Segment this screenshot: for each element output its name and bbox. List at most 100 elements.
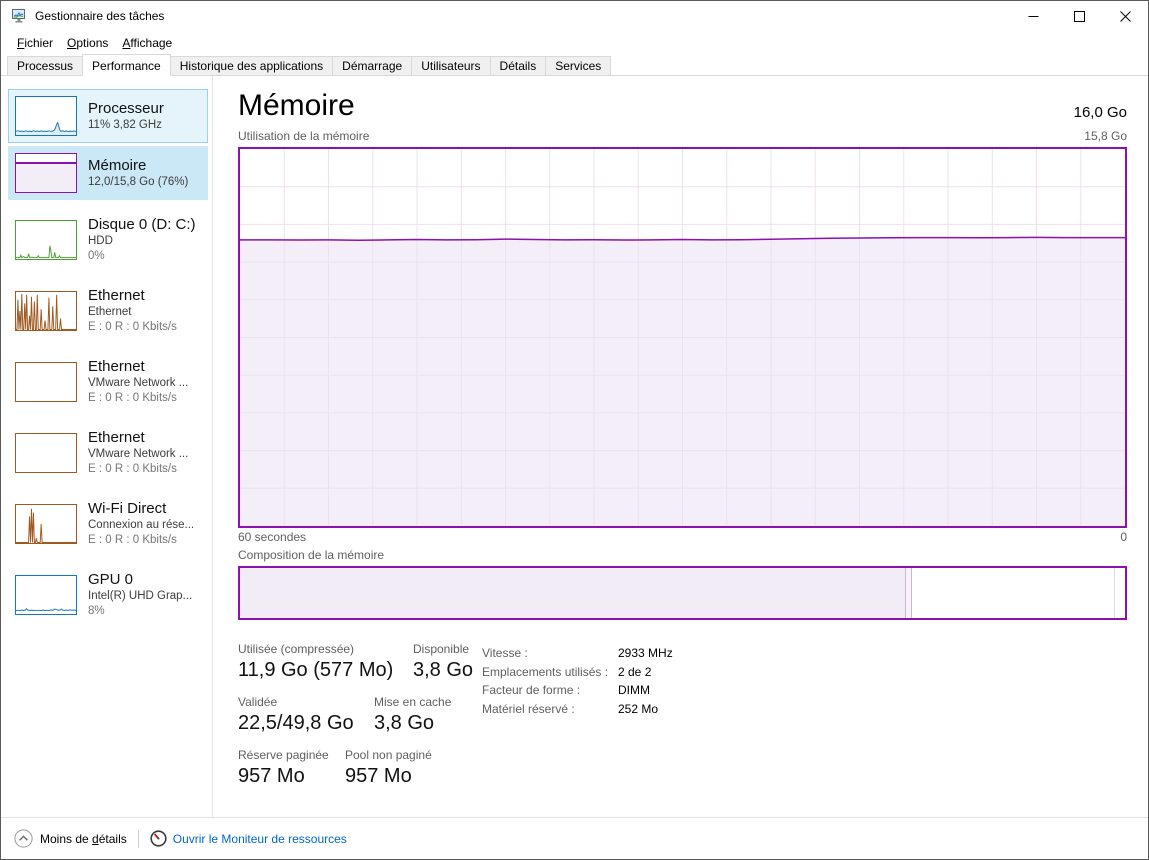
minimize-button[interactable] [1010,1,1056,31]
tab-performance[interactable]: Performance [82,54,171,76]
menu-options-label: ptions [76,36,108,50]
sidebar-ethernet2-title: Ethernet [88,357,188,376]
sidebar-item-gpu[interactable]: GPU 0 Intel(R) UHD Grap... 8% [8,563,208,626]
sidebar-disk-stats: 0% [88,249,196,264]
detail-slots: Emplacements utilisés :2 de 2 [482,663,673,682]
memory-stats: Utilisée (compressée) 11,9 Go (577 Mo) D… [238,642,1127,801]
sidebar-ethernet1-adapter: Ethernet [88,305,177,320]
axis-right-label: 0 [1120,530,1127,544]
menu-options[interactable]: Options [60,34,115,52]
stat-available: Disponible 3,8 Go [413,642,473,682]
resource-monitor-label: Ouvrir le Moniteur de ressources [173,832,347,846]
wifi-direct-mini-chart [15,504,77,544]
maximize-icon [1074,11,1085,22]
less-details-label: Moins de détails [40,832,127,846]
sidebar-ethernet2-stats: E : 0 R : 0 Kbits/s [88,391,188,406]
status-bar: Moins de détails Ouvrir le Moniteur de r… [1,817,1148,859]
tab-historique[interactable]: Historique des applications [170,56,333,75]
sidebar-disk-title: Disque 0 (D: C:) [88,215,196,234]
sidebar-item-ethernet-1[interactable]: Ethernet Ethernet E : 0 R : 0 Kbits/s [8,279,208,342]
window-controls [1010,1,1148,31]
memory-hardware-details: Vitesse :2933 MHz Emplacements utilisés … [482,642,673,801]
memory-stats-left: Utilisée (compressée) 11,9 Go (577 Mo) D… [238,642,482,801]
task-manager-icon [11,8,27,24]
minimize-icon [1028,11,1039,22]
resource-monitor-icon [150,830,167,847]
task-manager-window: Gestionnaire des tâches Fichier Options … [0,0,1149,860]
sidebar-item-ethernet-3[interactable]: Ethernet VMware Network ... E : 0 R : 0 … [8,421,208,484]
stat-cached: Mise en cache 3,8 Go [374,695,451,735]
tab-utilisateurs[interactable]: Utilisateurs [411,56,490,75]
tab-processus[interactable]: Processus [7,56,83,75]
close-button[interactable] [1102,1,1148,31]
ethernet1-mini-chart [15,291,77,331]
open-resource-monitor-link[interactable]: Ouvrir le Moniteur de ressources [150,830,347,847]
detail-speed: Vitesse :2933 MHz [482,644,673,663]
footer-separator [138,830,139,848]
performance-body: Processeur 11% 3,82 GHz Mémoire 12,0/15,… [1,76,1148,817]
menu-options-accel: O [67,36,76,50]
sidebar-gpu-stats: 8% [88,604,192,619]
chevron-up-circle-icon [14,829,33,848]
disk-mini-chart [15,220,77,260]
usage-chart-title: Utilisation de la mémoire [238,129,369,143]
memory-composition-bar [238,566,1127,620]
menu-fichier[interactable]: Fichier [10,34,60,52]
sidebar-wifi-adapter: Connexion au rése... [88,518,194,533]
sidebar-ethernet3-title: Ethernet [88,428,188,447]
sidebar-wifi-stats: E : 0 R : 0 Kbits/s [88,533,194,548]
tab-services[interactable]: Services [545,56,611,75]
sidebar-item-disk[interactable]: Disque 0 (D: C:) HDD 0% [8,208,208,271]
memory-mini-chart [15,153,77,193]
gpu-mini-chart [15,575,77,615]
usage-chart-max: 15,8 Go [1084,129,1127,143]
usage-chart-labels: Utilisation de la mémoire 15,8 Go [238,129,1127,143]
cpu-mini-chart [15,96,77,136]
sidebar-ethernet1-stats: E : 0 R : 0 Kbits/s [88,320,177,335]
close-icon [1120,11,1131,22]
sidebar-memory-title: Mémoire [88,156,188,175]
sidebar-item-wifi-direct[interactable]: Wi-Fi Direct Connexion au rése... E : 0 … [8,492,208,555]
menu-fichier-label: ichier [24,36,53,50]
sidebar-gpu-title: GPU 0 [88,570,192,589]
ethernet3-mini-chart [15,433,77,473]
page-title: Mémoire [238,88,355,124]
titlebar: Gestionnaire des tâches [1,1,1148,31]
window-title: Gestionnaire des tâches [35,9,164,23]
sidebar-cpu-title: Processeur [88,99,164,118]
performance-sidebar: Processeur 11% 3,82 GHz Mémoire 12,0/15,… [1,76,213,817]
memory-usage-chart [238,147,1127,528]
sidebar-wifi-title: Wi-Fi Direct [88,499,194,518]
sidebar-ethernet3-stats: E : 0 R : 0 Kbits/s [88,462,188,477]
stat-non-paged-pool: Pool non paginé 957 Mo [345,748,432,788]
stat-used: Utilisée (compressée) 11,9 Go (577 Mo) [238,642,413,682]
composition-segment-free [912,568,1115,618]
detail-hardware-reserved: Matériel réservé :252 Mo [482,700,673,719]
composition-title: Composition de la mémoire [238,548,1127,562]
sidebar-item-cpu[interactable]: Processeur 11% 3,82 GHz [8,89,208,143]
stat-committed: Validée 22,5/49,8 Go [238,695,374,735]
tab-details[interactable]: Détails [490,56,547,75]
ethernet2-mini-chart [15,362,77,402]
sidebar-ethernet3-adapter: VMware Network ... [88,447,188,462]
usage-chart-axis: 60 secondes 0 [238,530,1127,544]
sidebar-ethernet1-title: Ethernet [88,286,177,305]
memory-total-capacity: 16,0 Go [1074,104,1127,124]
tab-demarrage[interactable]: Démarrage [332,56,412,75]
axis-left-label: 60 secondes [238,530,306,544]
less-details-button[interactable]: Moins de détails [14,829,127,848]
sidebar-memory-stats: 12,0/15,8 Go (76%) [88,175,188,190]
menu-affichage[interactable]: Affichage [115,34,179,52]
memory-header: Mémoire 16,0 Go [238,88,1127,124]
stat-paged-pool: Réserve paginée 957 Mo [238,748,345,788]
tab-bar: Processus Performance Historique des app… [1,54,1148,76]
sidebar-item-ethernet-2[interactable]: Ethernet VMware Network ... E : 0 R : 0 … [8,350,208,413]
composition-segment-reserved [1114,568,1125,618]
menubar: Fichier Options Affichage [1,31,1148,54]
sidebar-disk-type: HDD [88,234,196,249]
maximize-button[interactable] [1056,1,1102,31]
menu-affichage-label: ffichage [130,36,172,50]
sidebar-ethernet2-adapter: VMware Network ... [88,376,188,391]
sidebar-cpu-stats: 11% 3,82 GHz [88,118,164,133]
sidebar-item-memory[interactable]: Mémoire 12,0/15,8 Go (76%) [8,146,208,200]
